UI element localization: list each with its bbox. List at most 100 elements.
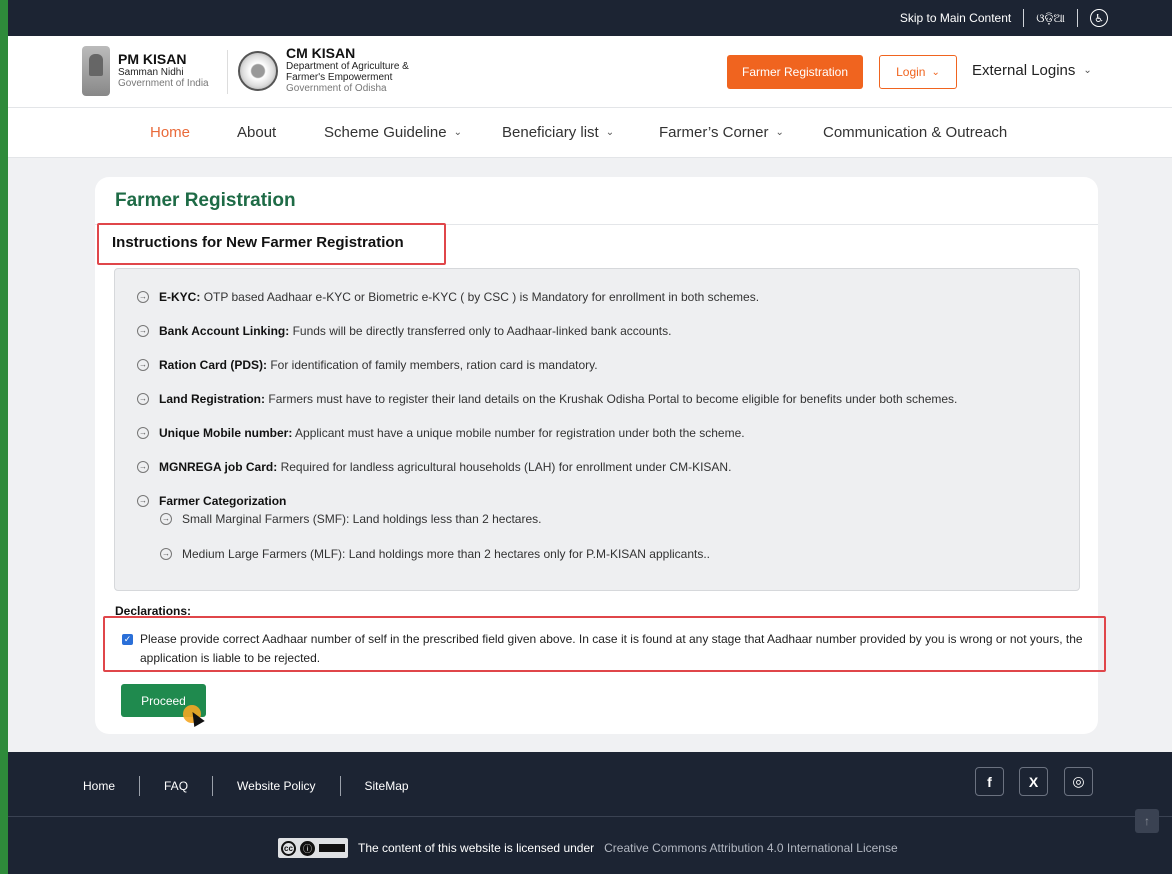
nav-about[interactable]: About [237,124,276,141]
nav-about-label: About [237,124,277,141]
footer-links: Home FAQ Website Policy SiteMap [83,776,409,796]
license-notice: cc ⓘ The content of this website is lice… [278,838,898,858]
list-item: → Farmer Categorization [137,494,286,508]
nav-farmers-corner[interactable]: Farmer’s Corner ⌄ [659,124,784,141]
footer-link-home[interactable]: Home [83,779,115,793]
login-dropdown[interactable]: Login ⌄ [879,55,957,89]
declaration-text: Please provide correct Aadhaar number of… [140,632,1083,665]
instruction-term: Land Registration: [159,392,266,406]
arrow-circle-icon: → [137,427,149,439]
chevron-down-icon: ⌄ [605,127,615,138]
check-icon: ✓ [123,634,132,644]
chevron-down-icon: ⌄ [931,66,940,78]
arrow-circle-icon: → [137,359,149,371]
footer-divider [212,776,214,796]
nav-communication-outreach[interactable]: Communication & Outreach [823,124,1007,141]
x-icon[interactable]: X [1019,767,1048,796]
instagram-icon[interactable]: ◎ [1064,767,1093,796]
national-emblem-icon [82,46,110,96]
cm-kisan-gov: Government of Odisha [286,83,387,94]
arrow-circle-icon: → [160,548,172,560]
arrow-circle-icon: → [137,495,149,507]
instruction-text: Funds will be directly transferred only … [292,324,672,338]
list-item: → Medium Large Farmers (MLF): Land holdi… [160,547,710,561]
list-item: → MGNREGA job Card: Required for landles… [137,460,731,474]
footer-link-website-policy[interactable]: Website Policy [237,779,315,793]
list-item: → Bank Account Linking: Funds will be di… [137,324,671,338]
farmer-registration-button[interactable]: Farmer Registration [727,55,863,89]
topbar-divider [1023,9,1025,27]
arrow-circle-icon: → [137,325,149,337]
nav-home[interactable]: Home [150,124,190,141]
footer-link-faq[interactable]: FAQ [164,779,188,793]
license-text: The content of this website is licensed … [358,841,595,855]
list-item: → Small Marginal Farmers (SMF): Land hol… [160,512,541,526]
footer-divider-line [8,816,1172,817]
cm-kisan-dept-line1: Department of Agriculture & [286,61,409,72]
pm-kisan-gov: Government of India [118,78,209,89]
footer-divider [139,776,141,796]
odisha-seal-icon [238,50,278,91]
top-bar: Skip to Main Content ଓଡ଼ିଆ ♿ [8,0,1172,36]
cm-kisan-title: CM KISAN [286,45,356,61]
category-text: Medium Large Farmers (MLF): Land holding… [182,547,711,561]
instruction-term: E-KYC: [159,290,201,304]
creative-commons-badge-icon[interactable]: cc ⓘ [278,838,348,858]
pm-kisan-subtitle: Samman Nidhi [118,67,184,78]
instructions-title: Instructions for New Farmer Registration [112,234,404,251]
instruction-text: OTP based Aadhaar e-KYC or Biometric e-K… [203,290,760,304]
facebook-icon[interactable]: f [975,767,1004,796]
site-header: PM KISAN Samman Nidhi Government of Indi… [8,36,1172,108]
pm-kisan-title: PM KISAN [118,51,187,67]
instruction-term: Ration Card (PDS): [159,358,267,372]
language-switch-link[interactable]: ଓଡ଼ିଆ [1036,11,1065,26]
nav-scheme-guideline[interactable]: Scheme Guideline ⌄ [324,124,462,141]
logo-divider [227,50,228,94]
arrow-circle-icon: → [137,461,149,473]
topbar-divider [1077,9,1078,27]
cm-kisan-dept-line2: Farmer's Empowerment [286,72,393,83]
accessibility-icon[interactable]: ♿ [1090,9,1108,27]
instruction-text: Applicant must have a unique mobile numb… [295,426,745,440]
instruction-text: For identification of family members, ra… [270,358,598,372]
instruction-term: Bank Account Linking: [159,324,290,338]
footer-link-sitemap[interactable]: SiteMap [365,779,409,793]
list-item: → Ration Card (PDS): For identification … [137,358,598,372]
nav-beneficiary-list-label: Beneficiary list [502,124,599,141]
list-item: → Land Registration: Farmers must have t… [137,392,957,406]
scroll-to-top-icon[interactable]: ↑ [1135,809,1159,833]
main-nav: Home About Scheme Guideline ⌄ Beneficiar… [8,108,1172,158]
site-footer: Home FAQ Website Policy SiteMap f X ◎ ↑ … [8,752,1172,874]
category-text: Small Marginal Farmers (SMF): Land holdi… [182,512,542,526]
pm-kisan-logo[interactable]: PM KISAN Samman Nidhi Government of Indi… [82,46,209,96]
chevron-down-icon: ⌄ [453,127,462,138]
nav-beneficiary-list[interactable]: Beneficiary list ⌄ [502,124,614,141]
instruction-text: Required for landless agricultural house… [280,460,732,474]
login-label: Login [896,65,926,79]
instruction-term: Farmer Categorization [159,494,287,508]
list-item: → E-KYC: OTP based Aadhaar e-KYC or Biom… [137,290,759,304]
instruction-text: Farmers must have to register their land… [268,392,958,406]
instruction-term: MGNREGA job Card: [159,460,278,474]
external-logins-label: External Logins [972,62,1076,79]
chevron-down-icon: ⌄ [1083,65,1092,76]
arrow-circle-icon: → [137,291,149,303]
page-title: Farmer Registration [115,190,296,211]
list-item: → Unique Mobile number: Applicant must h… [137,426,745,440]
nav-communication-outreach-label: Communication & Outreach [823,124,1008,141]
arrow-circle-icon: → [137,393,149,405]
skip-to-main-link[interactable]: Skip to Main Content [900,11,1011,25]
registration-card: Farmer Registration Instructions for New… [95,177,1106,734]
external-logins-dropdown[interactable]: External Logins ⌄ [972,62,1092,79]
nav-scheme-guideline-label: Scheme Guideline [324,124,447,141]
nav-home-label: Home [150,124,191,141]
instruction-term: Unique Mobile number: [159,426,293,440]
declaration-checkbox[interactable]: ✓ [122,634,133,645]
arrow-circle-icon: → [160,513,172,525]
nav-farmers-corner-label: Farmer’s Corner [659,124,769,141]
footer-divider [339,776,341,796]
chevron-down-icon: ⌄ [775,127,784,138]
license-link[interactable]: Creative Commons Attribution 4.0 Interna… [604,841,898,855]
instructions-panel: → E-KYC: OTP based Aadhaar e-KYC or Biom… [114,268,1080,591]
cm-kisan-logo[interactable]: CM KISAN Department of Agriculture & Far… [238,46,409,95]
